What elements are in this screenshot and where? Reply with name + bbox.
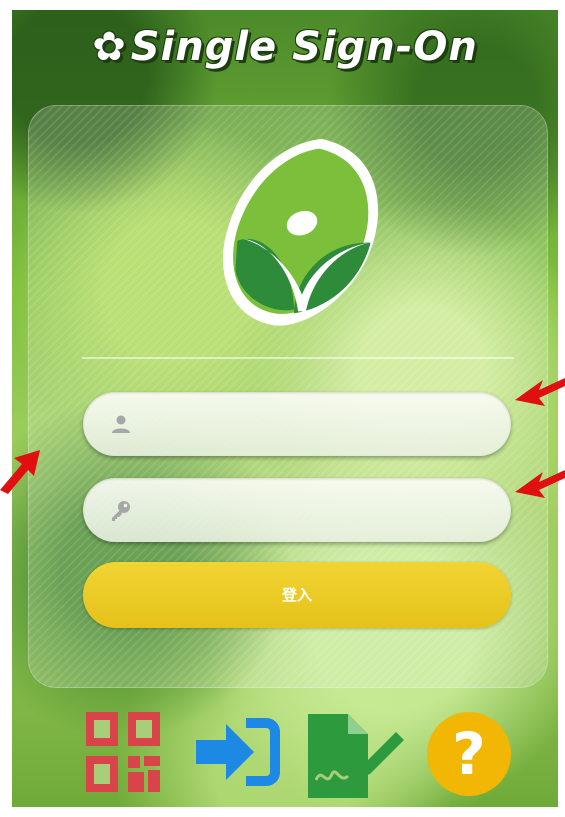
help-icon[interactable]: ?: [424, 710, 514, 798]
password-field[interactable]: [83, 478, 511, 544]
background-frame: ✿ Single Sign-On 登入 ?: [12, 10, 558, 807]
user-icon: [112, 415, 130, 433]
title-text: Single Sign-On: [130, 24, 478, 70]
username-input[interactable]: [135, 392, 499, 458]
username-field[interactable]: [83, 392, 511, 458]
sign-in-icon[interactable]: [192, 710, 284, 794]
document-sign-icon[interactable]: [304, 710, 408, 800]
leaf-person-logo: [222, 138, 379, 326]
bottom-bar: ?: [12, 710, 558, 800]
qr-code-icon[interactable]: [84, 710, 162, 794]
password-input[interactable]: [135, 478, 499, 544]
page-title: ✿ Single Sign-On: [12, 24, 558, 70]
login-card: 登入: [28, 105, 548, 688]
annotation-arrow-password: [515, 470, 565, 498]
annotation-arrow-username: [515, 378, 565, 406]
divider: [82, 357, 514, 359]
svg-text:?: ?: [452, 720, 486, 788]
key-icon: [112, 501, 130, 521]
annotation-arrow-left: [0, 450, 40, 494]
gear-icon: ✿: [92, 24, 127, 70]
login-button[interactable]: 登入: [83, 562, 511, 628]
